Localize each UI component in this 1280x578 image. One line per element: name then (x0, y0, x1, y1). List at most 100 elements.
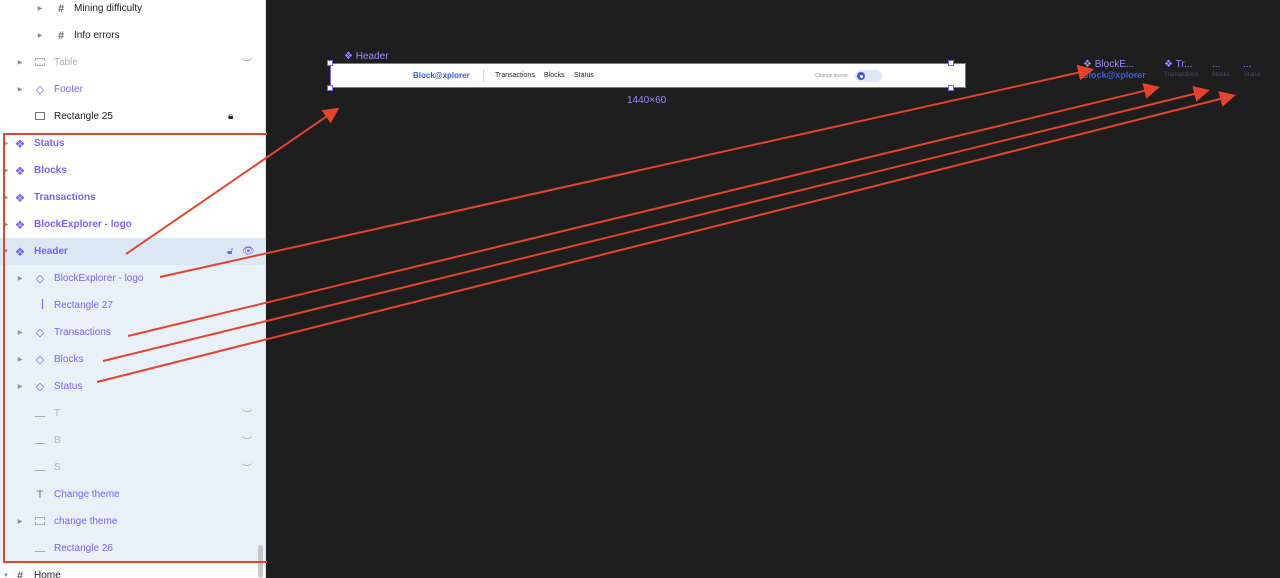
layer-row-t[interactable]: T ︶ (0, 400, 265, 427)
layer-row-b[interactable]: B ︶ (0, 427, 265, 454)
text-icon: T (36, 488, 44, 501)
transactions-component-label[interactable]: ❖ Tr... (1164, 59, 1192, 70)
layer-row-change-theme-text[interactable]: T Change theme (0, 481, 265, 508)
layer-row-mining-difficulty[interactable]: ▶ # Mining difficulty (0, 0, 265, 22)
layer-label: Transactions (34, 192, 96, 203)
hidden-eye-icon[interactable]: ︶ (242, 460, 252, 475)
logo-component[interactable]: Block@xplorer (1082, 70, 1146, 80)
expand-caret-icon[interactable]: ▶ (16, 59, 24, 66)
hidden-eye-icon[interactable]: ︶ (242, 406, 252, 421)
layer-row-transactions-instance[interactable]: ▶ ◇ Transactions (0, 319, 265, 346)
resize-handle[interactable] (948, 85, 954, 91)
blocks-component-label[interactable]: ... (1212, 59, 1220, 70)
blocks-component[interactable]: Blocks (1212, 72, 1230, 78)
logo-component-label[interactable]: ❖ BlockE... (1083, 59, 1134, 70)
layer-row-rectangle-27[interactable]: Rectangle 27 (0, 292, 265, 319)
hidden-eye-icon[interactable]: ︶ (242, 433, 252, 448)
layer-row-status-instance[interactable]: ▶ ◇ Status (0, 373, 265, 400)
rectangle-icon (34, 111, 46, 123)
lock-icon[interactable]: 🔒︎ (228, 111, 233, 122)
main-component-icon: ❖ (1164, 59, 1173, 70)
resize-handle[interactable] (327, 60, 333, 66)
expand-caret-icon[interactable]: ▶ (2, 194, 10, 201)
layers-panel: ▶ # Mining difficulty ▶ # Info errors ▶ … (0, 0, 266, 578)
layer-label: Rectangle 25 (54, 111, 113, 122)
main-component-icon: ❖ (1083, 59, 1092, 70)
main-component-icon: ❖ (14, 217, 26, 232)
layer-label: Home (34, 570, 61, 578)
line-icon (34, 462, 46, 474)
layer-label: Status (34, 138, 65, 149)
collapse-caret-icon[interactable]: ▼ (2, 249, 10, 255)
expand-caret-icon[interactable]: ▶ (16, 356, 24, 363)
layer-label: Header (34, 246, 68, 257)
line-icon (34, 435, 46, 447)
component-instance-icon: ◇ (35, 353, 45, 366)
layer-label: Change theme (54, 489, 120, 500)
main-component-icon: ❖ (14, 136, 26, 151)
blockexplorer-logo[interactable]: Block@xplorer (413, 71, 470, 80)
expand-caret-icon[interactable]: ▶ (16, 518, 24, 525)
expand-caret-icon[interactable]: ▶ (2, 221, 10, 228)
frame-dimensions: 1440×60 (627, 95, 667, 106)
expand-caret-icon[interactable]: ▶ (16, 275, 24, 282)
theme-toggle[interactable] (855, 70, 882, 82)
expand-caret-icon[interactable]: ▶ (36, 5, 44, 12)
layer-label: Table (54, 57, 78, 68)
main-component-icon: ❖ (14, 163, 26, 178)
layer-label: Mining difficulty (74, 3, 143, 14)
toggle-knob (857, 72, 865, 80)
hidden-eye-icon[interactable]: ︶ (242, 55, 252, 70)
hash-icon: # (16, 569, 24, 578)
line-icon (34, 543, 46, 555)
layer-label: Transactions (54, 327, 111, 338)
dashed-frame-icon (34, 57, 46, 69)
layer-row-info-errors[interactable]: ▶ # Info errors (0, 22, 265, 49)
layer-label: Footer (54, 84, 83, 95)
unlock-icon[interactable]: 🔓︎ (227, 246, 233, 257)
nav-status[interactable]: Status (574, 72, 594, 79)
resize-handle[interactable] (327, 85, 333, 91)
expand-caret-icon[interactable]: ▶ (2, 140, 10, 147)
layer-row-blocks-instance[interactable]: ▶ ◇ Blocks (0, 346, 265, 373)
expand-caret-icon[interactable]: ▶ (16, 329, 24, 336)
nav-blocks[interactable]: Blocks (544, 72, 565, 79)
layer-row-change-theme-frame[interactable]: ▶ change theme (0, 508, 265, 535)
expand-caret-icon[interactable]: ▶ (2, 167, 10, 174)
nav-transactions[interactable]: Transactions (495, 72, 535, 79)
layer-row-blockexplorer-logo-component[interactable]: ▶ ❖ BlockExplorer - logo (0, 211, 265, 238)
layer-row-rectangle-26[interactable]: Rectangle 26 (0, 535, 265, 562)
layer-label: T (54, 408, 61, 419)
frame-label[interactable]: ❖ Header (344, 51, 389, 62)
status-component[interactable]: Status (1244, 72, 1261, 78)
layer-row-table[interactable]: ▶ Table ︶ (0, 49, 265, 76)
layer-row-home[interactable]: ▼ # Home (0, 562, 265, 578)
layer-row-blocks-component[interactable]: ▶ ❖ Blocks (0, 157, 265, 184)
layer-row-rectangle-25[interactable]: Rectangle 25 🔒︎ (0, 103, 265, 130)
layer-label: B (54, 435, 61, 446)
expand-caret-icon[interactable]: ▶ (16, 383, 24, 390)
layer-label: Rectangle 26 (54, 543, 113, 554)
expand-caret-icon[interactable]: ▶ (36, 32, 44, 39)
hash-icon: # (57, 2, 65, 15)
transactions-component[interactable]: Transactions (1164, 72, 1198, 78)
layer-row-footer[interactable]: ▶ ◇ Footer (0, 76, 265, 103)
collapse-caret-icon[interactable]: ▼ (2, 573, 10, 578)
layers-scrollbar[interactable] (258, 545, 263, 578)
resize-handle[interactable] (948, 60, 954, 66)
main-component-icon: ❖ (14, 244, 26, 259)
layer-row-transactions-component[interactable]: ▶ ❖ Transactions (0, 184, 265, 211)
layer-row-s[interactable]: S ︶ (0, 454, 265, 481)
component-instance-icon: ◇ (35, 380, 45, 393)
vertical-line-icon (34, 299, 46, 312)
expand-caret-icon[interactable]: ▶ (16, 86, 24, 93)
main-component-icon: ❖ (14, 190, 26, 205)
layer-row-logo-instance[interactable]: ▶ ◇ BlockExplorer - logo (0, 265, 265, 292)
layer-label: Info errors (74, 30, 120, 41)
layer-row-status-component[interactable]: ▶ ❖ Status (0, 130, 265, 157)
status-component-label[interactable]: ... (1243, 59, 1251, 70)
layer-row-header-component[interactable]: ▼ ❖ Header 🔓︎ 👁︎ (0, 238, 265, 265)
eye-icon[interactable]: 👁︎ (242, 246, 255, 257)
header-frame[interactable]: Block@xplorer Transactions Blocks Status… (327, 60, 966, 91)
logo-divider (483, 69, 484, 83)
